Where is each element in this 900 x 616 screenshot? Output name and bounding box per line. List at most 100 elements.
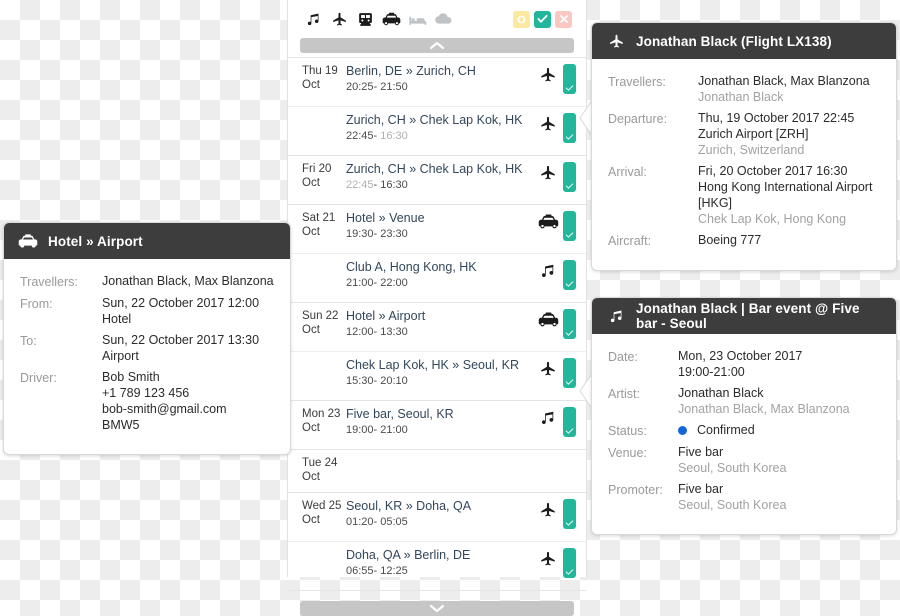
timeline-row[interactable]: Sun 22OctChek Lap Kok, HK » Seoul, KR15:…: [288, 351, 586, 400]
taxi-icon: [18, 231, 38, 251]
timeline-row-times: 01:20- 05:05: [346, 516, 408, 528]
status-label: Confirmed: [697, 423, 755, 437]
timeline-row-title: Chek Lap Kok, HK » Seoul, KR: [346, 358, 520, 372]
timeline-row-times: 21:00- 22:00: [346, 277, 408, 289]
taxi-icon[interactable]: [382, 10, 401, 28]
timeline-row[interactable]: Fri 20 Oct Zurich, CH » Chek Lap Kok, HK 22…: [288, 156, 586, 204]
timeline-row[interactable]: Sat 21OctClub A, Hong Kong, HK21:00- 22:…: [288, 253, 586, 302]
detail-field-values: Five bar Seoul, South Korea: [678, 481, 786, 513]
timeline-row[interactable]: Thu 19OctZurich, CH » Chek Lap Kok, HK22…: [288, 106, 586, 155]
status-flag-confirmed[interactable]: [563, 260, 576, 290]
detail-field-value: Boeing 777: [698, 233, 762, 247]
date-day: Mon 23: [302, 408, 341, 420]
timeline-day: Tue 24 Oct: [288, 450, 586, 493]
status-flag-confirmed[interactable]: [563, 211, 576, 241]
event-detail-card: Jonathan Black | Bar event @ Five bar - …: [591, 297, 897, 535]
detail-field-row: Aircraft: Boeing 777: [608, 232, 880, 249]
status-flag-confirmed[interactable]: [563, 162, 576, 192]
timeline-row[interactable]: Sat 21 Oct Hotel » Venue 19:30- 23:30: [288, 205, 586, 253]
detail-field-values: Thu, 19 October 2017 22:45 Zurich Airport…: [698, 110, 854, 158]
train-icon[interactable]: [356, 10, 375, 28]
detail-field-value: Hong Kong International Airport [HKG]: [698, 180, 873, 210]
time-end: 16:30: [380, 130, 408, 142]
detail-field-value: 19:00-21:00: [678, 365, 745, 379]
airplane-icon: [533, 499, 563, 519]
scroll-down-button[interactable]: [300, 601, 574, 616]
timeline-row[interactable]: Sun 22 Oct Hotel » Airport 12:00- 13:30: [288, 303, 586, 351]
detail-field-row: Departure: Thu, 19 October 2017 22:45 Zuri…: [608, 110, 880, 158]
detail-field-value: Seoul, South Korea: [678, 498, 787, 512]
time-end: 23:30: [380, 228, 408, 240]
date-day: Tue 24: [302, 457, 338, 469]
status-flag-confirmed[interactable]: [563, 64, 576, 94]
detail-field-label: From:: [20, 297, 53, 311]
detail-field-value: Sun, 22 October 2017 12:00: [102, 296, 260, 310]
date-day: Fri 20: [302, 163, 332, 175]
detail-field-values: Jonathan Black, Max Blanzona Jonathan Bla…: [698, 73, 870, 105]
timeline-row-date: Fri 20 Oct: [288, 162, 346, 190]
status-filter-group: [513, 10, 572, 28]
status-pending-button[interactable]: [513, 10, 530, 28]
detail-field-row: Promoter: Five bar Seoul, South Korea: [608, 481, 880, 513]
event-card-header: Jonathan Black | Bar event @ Five bar - …: [592, 298, 896, 334]
taxi-icon: [533, 309, 563, 329]
timeline-row-main: Zurich, CH » Chek Lap Kok, HK 22:45- 16:3…: [346, 162, 533, 192]
timeline-row-times: 20:25- 21:50: [346, 81, 408, 93]
detail-field-label: Travellers:: [608, 75, 666, 89]
timeline-row-title: Club A, Hong Kong, HK: [346, 260, 477, 274]
time-start: 15:30: [346, 375, 374, 387]
transfer-card-body: Travellers: Jonathan Black, Max Blanzona F…: [4, 259, 290, 454]
flight-detail-card: Jonathan Black (Flight LX138) Travellers…: [591, 22, 897, 271]
detail-field-values: Confirmed: [678, 422, 755, 438]
event-card-title: Jonathan Black | Bar event @ Five bar - …: [636, 301, 860, 331]
time-end: 05:05: [380, 516, 408, 528]
status-badge: Confirmed: [678, 422, 755, 438]
detail-field-row: Date: Mon, 23 October 2017 19:00-21:00: [608, 348, 880, 380]
timeline-row-times: 15:30- 20:10: [346, 375, 408, 387]
detail-field-value: Fri, 20 October 2017 16:30: [698, 164, 848, 178]
music-note-icon[interactable]: [304, 10, 323, 28]
status-flag-confirmed[interactable]: [563, 113, 576, 143]
timeline-row[interactable]: Wed 25 Oct Seoul, KR » Doha, QA 01:20- 05:0…: [288, 493, 586, 541]
detail-field-values: Jonathan Black, Max Blanzona: [102, 273, 274, 289]
timeline-row[interactable]: Wed 25OctDoha, QA » Berlin, DE06:55- 12:…: [288, 541, 586, 590]
timeline-row-title: Zurich, CH » Chek Lap Kok, HK: [346, 113, 523, 127]
status-flag-confirmed[interactable]: [563, 407, 576, 437]
detail-field-value: +1 789 123 456: [102, 386, 190, 400]
date-month: Oct: [302, 422, 320, 434]
timeline-day: Fri 20 Oct Zurich, CH » Chek Lap Kok, HK 22…: [288, 156, 586, 205]
scroll-up-button[interactable]: [300, 38, 574, 53]
type-filter-group: [304, 10, 453, 28]
status-confirmed-button[interactable]: [534, 10, 551, 28]
status-cancelled-button[interactable]: [555, 10, 572, 28]
detail-field-value: Jonathan Black, Max Blanzona: [698, 74, 870, 88]
timeline-row-title: Doha, QA » Berlin, DE: [346, 548, 471, 562]
detail-field-value: Zurich Airport [ZRH]: [698, 127, 809, 141]
timeline-row[interactable]: Thu 19 Oct Berlin, DE » Zurich, CH 20:25- 2…: [288, 58, 586, 106]
timeline-row[interactable]: Mon 23 Oct Five bar, Seoul, KR 19:00- 21:00: [288, 401, 586, 449]
bed-icon[interactable]: [408, 10, 427, 28]
detail-field-value: bob-smith@gmail.com: [102, 402, 227, 416]
status-flag-confirmed[interactable]: [563, 548, 576, 578]
date-day: Sun 22: [302, 310, 339, 322]
detail-field-label: Status:: [608, 424, 647, 438]
detail-field-row: Venue: Five bar Seoul, South Korea: [608, 444, 880, 476]
detail-field-label: Aircraft:: [608, 234, 652, 248]
timeline-row-main: Seoul, KR » Doha, QA 01:20- 05:05: [346, 499, 533, 529]
timeline-empty-row: Tue 24 Oct: [288, 450, 586, 492]
status-flag-confirmed[interactable]: [563, 309, 576, 339]
status-flag-confirmed[interactable]: [563, 499, 576, 529]
cloud-icon[interactable]: [434, 10, 453, 28]
airplane-icon[interactable]: [330, 10, 349, 28]
time-end: 12:25: [380, 565, 408, 577]
status-flag-confirmed[interactable]: [563, 358, 576, 388]
detail-field-value: Zurich, Switzerland: [698, 143, 805, 157]
timeline-row-times: 22:45- 16:30: [346, 179, 408, 191]
timeline-row-times: 19:30- 23:30: [346, 228, 408, 240]
timeline-row-main: Five bar, Seoul, KR 19:00- 21:00: [346, 407, 533, 437]
no-icon: [533, 456, 563, 458]
time-start: 22:45: [346, 130, 374, 142]
time-start: 19:30: [346, 228, 374, 240]
timeline-row-main: Chek Lap Kok, HK » Seoul, KR 15:30- 20:10: [346, 358, 533, 388]
date-day: Sat 21: [302, 212, 336, 224]
